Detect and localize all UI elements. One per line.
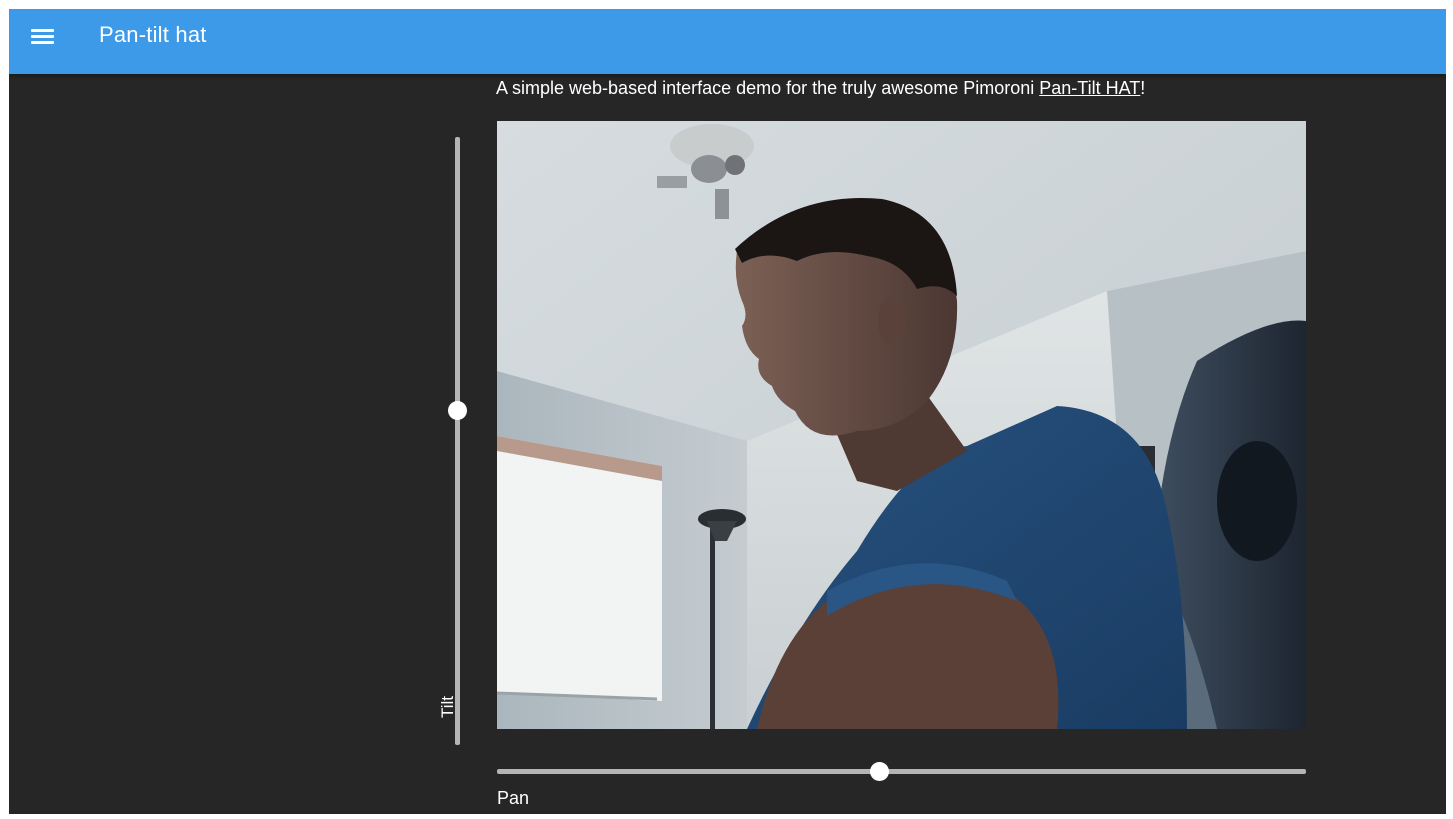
intro-text-before: A simple web-based interface demo for th… (496, 78, 1040, 98)
camera-feed (497, 121, 1306, 729)
app-title: Pan-tilt hat (99, 22, 207, 47)
tilt-label-text: Tilt (438, 695, 457, 718)
hamburger-menu-icon[interactable] (27, 23, 59, 55)
app-window: Pan-tilt hat A simple web-based interfac… (9, 9, 1446, 814)
app-header: Pan-tilt hat (9, 9, 1446, 74)
intro-text-after: ! (1140, 78, 1146, 98)
pan-label: Pan (497, 788, 530, 808)
pan-slider-thumb[interactable] (870, 762, 890, 781)
tilt-slider-thumb[interactable] (448, 401, 467, 421)
pan-slider-track[interactable] (497, 769, 1306, 774)
intro-text: A simple web-based interface demo for th… (496, 78, 1145, 99)
tilt-label: Tilt (436, 690, 457, 720)
tilt-slider-track[interactable] (455, 137, 460, 745)
pan-tilt-hat-link[interactable]: Pan-Tilt HAT (1039, 78, 1140, 98)
